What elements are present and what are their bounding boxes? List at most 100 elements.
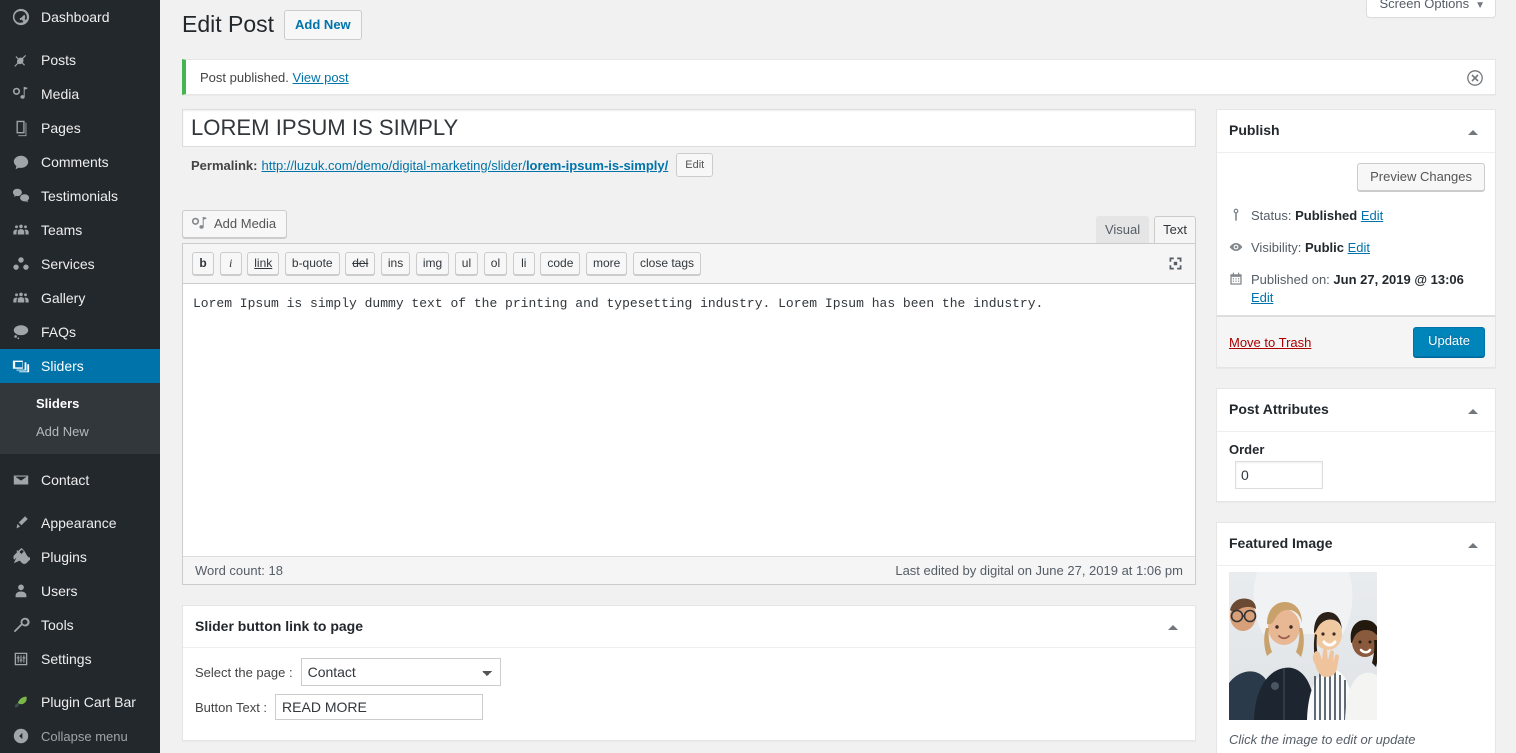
permalink-link[interactable]: http://luzuk.com/demo/digital-marketing/…: [261, 158, 668, 173]
add-media-label: Add Media: [214, 215, 277, 231]
editor-tabs: Visual Text: [1091, 210, 1196, 243]
screen-options-button[interactable]: Screen Options ▼: [1366, 0, 1496, 18]
quicktag-bold[interactable]: b: [192, 251, 214, 275]
quicktag-ul[interactable]: ul: [454, 251, 479, 275]
quicktag-italic[interactable]: i: [219, 251, 242, 275]
minor-publishing: Preview Changes Status: Published Edit V…: [1217, 153, 1495, 317]
visibility-value: Public: [1304, 239, 1344, 255]
featured-image-box-header[interactable]: Featured Image: [1217, 523, 1495, 566]
quicktag-close-tags[interactable]: close tags: [632, 251, 702, 275]
sidebar-item-posts[interactable]: Posts: [0, 43, 160, 77]
sidebar-item-testimonials[interactable]: Testimonials: [0, 179, 160, 213]
chevron-up-icon: [1468, 538, 1478, 548]
quicktag-link[interactable]: link: [247, 251, 280, 275]
toggle-featured-image-box-button[interactable]: [1455, 527, 1491, 563]
featured-image-thumbnail[interactable]: [1229, 571, 1377, 720]
edit-visibility-link[interactable]: Edit: [1348, 240, 1370, 255]
quicktag-ins[interactable]: ins: [380, 251, 411, 275]
slider-box-title: Slider button link to page: [195, 617, 363, 634]
add-media-button[interactable]: Add Media: [182, 209, 288, 238]
tab-text[interactable]: Text: [1154, 215, 1196, 243]
edit-published-on-link[interactable]: Edit: [1251, 290, 1273, 305]
mail-icon: [11, 470, 31, 490]
notice-message: Post published.: [200, 69, 289, 85]
permalink-row: Permalink: http://luzuk.com/demo/digital…: [182, 150, 1196, 178]
featured-image-caption: Click the image to edit or update: [1229, 731, 1416, 747]
sidebar-item-pages[interactable]: Pages: [0, 111, 160, 145]
publish-box-header[interactable]: Publish: [1217, 110, 1495, 153]
quicktag-more[interactable]: more: [586, 251, 628, 275]
add-new-button[interactable]: Add New: [284, 10, 362, 40]
sidebar-item-tools[interactable]: Tools: [0, 608, 160, 642]
sidebar-item-faqs[interactable]: FAQs: [0, 315, 160, 349]
select-page-dropdown[interactable]: Contact: [300, 658, 501, 687]
sidebar-subitem-sliders[interactable]: Sliders: [0, 390, 160, 418]
featured-image-box-body: Click the image to edit or update: [1217, 571, 1495, 753]
sliders-icon: [11, 356, 31, 376]
sidebar-item-settings[interactable]: Settings: [0, 642, 160, 676]
menu-order-input[interactable]: [1235, 461, 1323, 489]
sidebar-item-teams[interactable]: Teams: [0, 213, 160, 247]
sidebar-item-dashboard[interactable]: Dashboard: [0, 0, 160, 34]
word-count: Word count: 18: [195, 562, 283, 578]
sidebar-item-label: FAQs: [41, 324, 77, 340]
title-section: Permalink: http://luzuk.com/demo/digital…: [182, 109, 1196, 178]
quicktag-ol[interactable]: ol: [483, 251, 508, 275]
edit-permalink-button[interactable]: Edit: [676, 153, 714, 178]
calendar-icon: [1227, 270, 1245, 288]
pin-status-icon: [1227, 206, 1245, 224]
toggle-publish-box-button[interactable]: [1455, 114, 1491, 150]
move-to-trash-link[interactable]: Move to Trash: [1229, 335, 1311, 350]
visibility-label: Visibility:: [1251, 239, 1302, 255]
sidebar-item-contact[interactable]: Contact: [0, 463, 160, 497]
featured-image-box-title: Featured Image: [1229, 535, 1333, 551]
quicktag-del[interactable]: del: [345, 251, 376, 275]
quicktag-code[interactable]: code: [540, 251, 581, 275]
collapse-menu-label: Collapse menu: [41, 728, 128, 744]
sidebar-item-plugins[interactable]: Plugins: [0, 540, 160, 574]
quicktags-toolbar: b i link b-quote del ins img ul ol li co: [183, 243, 1195, 284]
toggle-attributes-box-button[interactable]: [1455, 393, 1491, 429]
media-icon: [191, 216, 207, 229]
edit-status-link[interactable]: Edit: [1361, 208, 1383, 223]
post-title-input[interactable]: [182, 109, 1196, 147]
slider-box-header[interactable]: Slider button link to page: [183, 606, 1195, 649]
quicktag-li[interactable]: li: [512, 251, 535, 275]
sidebar-item-plugin-cart-bar[interactable]: Plugin Cart Bar: [0, 685, 160, 719]
preview-changes-button[interactable]: Preview Changes: [1357, 162, 1485, 191]
sidebar-item-media[interactable]: Media: [0, 77, 160, 111]
sidebar-item-gallery[interactable]: Gallery: [0, 281, 160, 315]
close-circle-icon[interactable]: [1456, 60, 1494, 98]
status-label: Status:: [1251, 207, 1292, 223]
attributes-box-header[interactable]: Post Attributes: [1217, 389, 1495, 432]
editor-tools: Add Media Visual Text: [182, 190, 1196, 243]
editor-container: b i link b-quote del ins img ul ol li co: [182, 242, 1196, 585]
sidebar-item-label: Pages: [41, 120, 81, 136]
fullscreen-icon[interactable]: [1161, 251, 1189, 277]
sidebar-item-appearance[interactable]: Appearance: [0, 506, 160, 540]
sidebar-separator: [0, 454, 160, 463]
sidebar-item-label: Sliders: [41, 358, 84, 374]
visibility-row: Visibility: Public Edit: [1227, 233, 1485, 265]
editor-section: Add Media Visual Text b i link b-quote d…: [182, 190, 1196, 585]
sidebar-item-users[interactable]: Users: [0, 574, 160, 608]
sidebar-item-comments[interactable]: Comments: [0, 145, 160, 179]
sidebar-item-label: Plugins: [41, 549, 87, 565]
featured-image-thumbnail-wrap[interactable]: [1229, 571, 1377, 720]
sidebar-item-services[interactable]: Services: [0, 247, 160, 281]
publish-box-body: Preview Changes Status: Published Edit V…: [1217, 153, 1495, 368]
update-button[interactable]: Update: [1413, 327, 1485, 358]
collapse-menu-button[interactable]: Collapse menu: [0, 719, 160, 753]
comments-icon: [11, 152, 31, 172]
toggle-slider-box-button[interactable]: [1155, 610, 1191, 646]
sidebar-item-sliders[interactable]: Sliders: [0, 349, 160, 383]
tab-visual[interactable]: Visual: [1095, 215, 1150, 243]
sidebar-subitem-add-new[interactable]: Add New: [0, 418, 160, 446]
quicktag-img[interactable]: img: [415, 251, 450, 275]
view-post-link[interactable]: View post: [293, 70, 349, 85]
collapse-arrow-icon: [11, 726, 31, 746]
quicktag-bquote[interactable]: b-quote: [284, 251, 340, 275]
status-value: Published: [1295, 207, 1358, 223]
button-text-input[interactable]: [275, 694, 484, 721]
post-content-textarea[interactable]: Lorem Ipsum is simply dummy text of the …: [183, 283, 1195, 556]
